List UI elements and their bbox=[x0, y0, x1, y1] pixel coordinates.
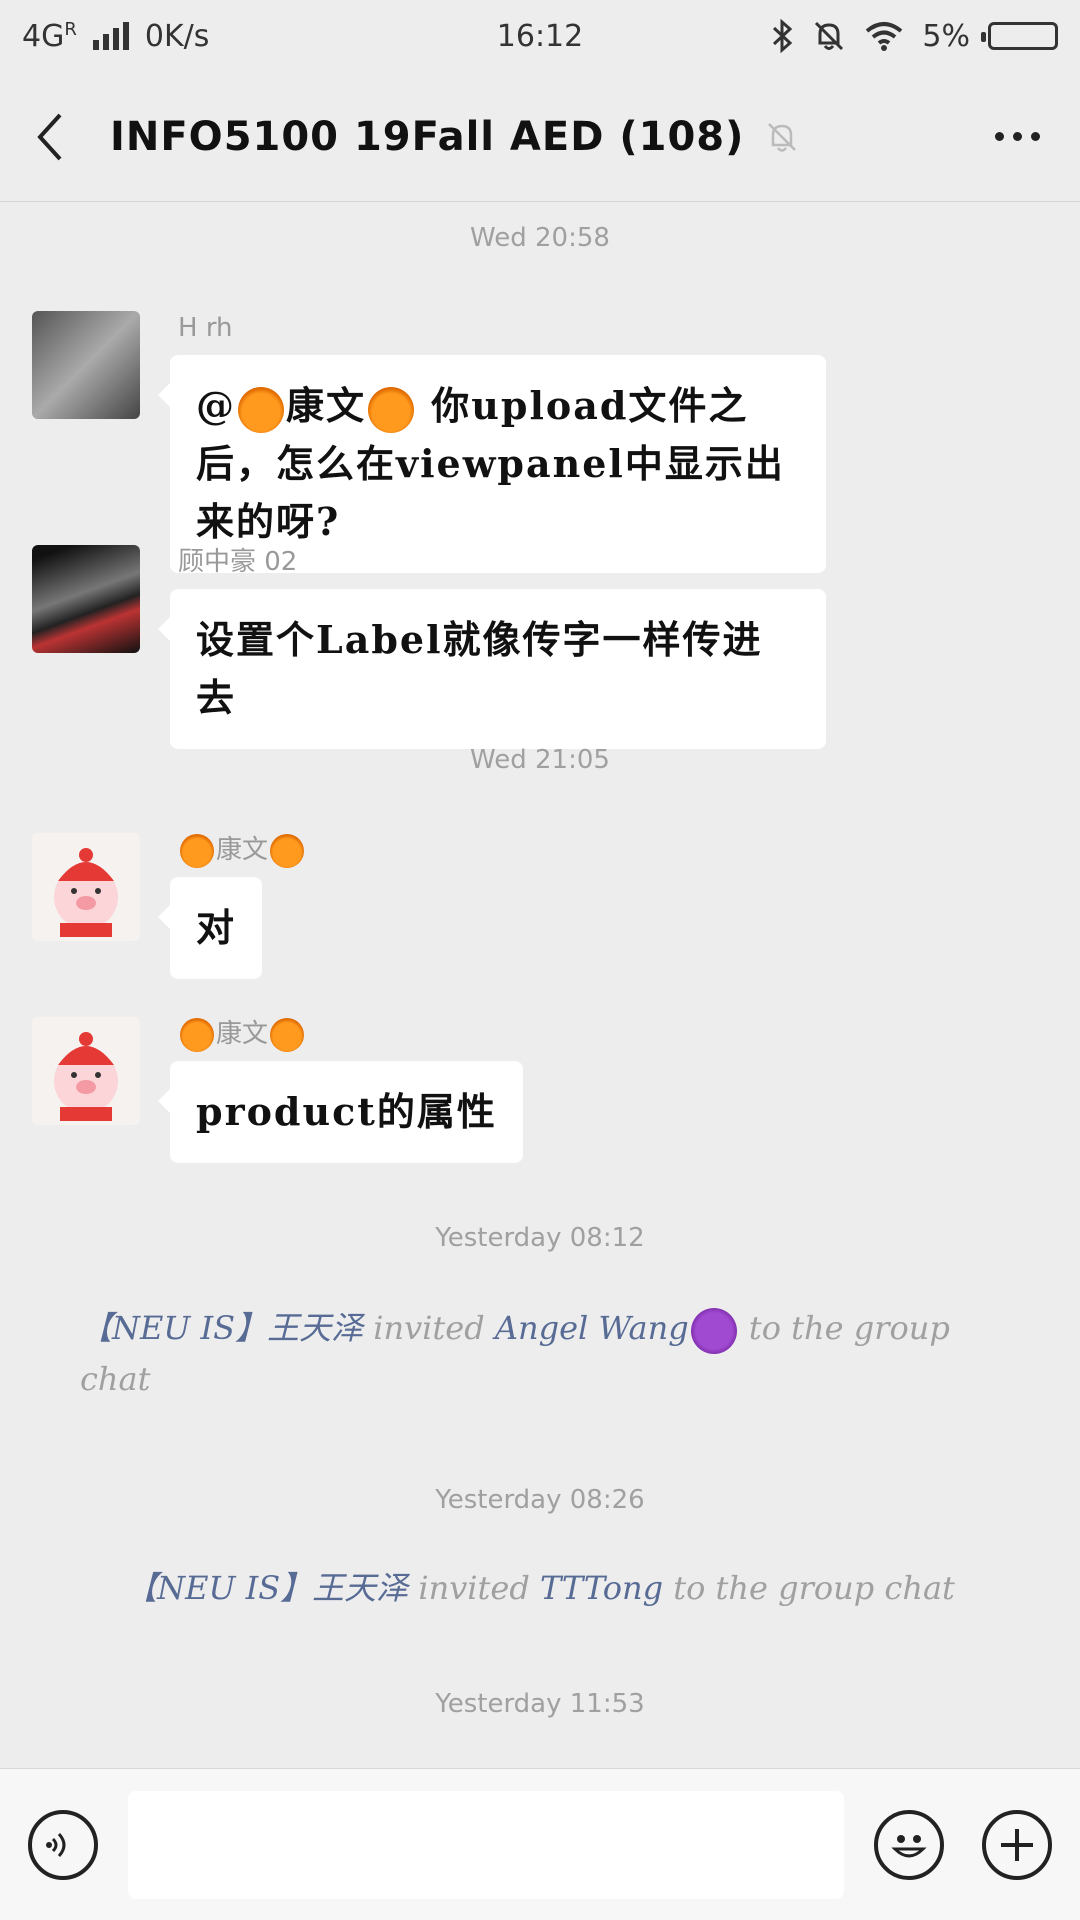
timestamp: Yesterday 08:12 bbox=[435, 1223, 645, 1253]
wifi-icon bbox=[866, 22, 903, 51]
network-speed: 0K/s bbox=[144, 18, 210, 54]
message-bubble[interactable]: 对 bbox=[157, 877, 263, 979]
back-arrow-icon[interactable] bbox=[30, 107, 70, 167]
more-icon[interactable] bbox=[985, 122, 1050, 151]
devil-emoji-icon bbox=[690, 1307, 737, 1354]
timestamp: Yesterday 11:53 bbox=[435, 1689, 645, 1719]
system-target[interactable]: TTTong bbox=[540, 1569, 663, 1607]
battery-percent: 5% bbox=[922, 18, 970, 54]
system-target[interactable]: Angel Wang bbox=[495, 1309, 689, 1347]
system-suffix: to the group chat bbox=[663, 1569, 955, 1607]
mention-name: 康文 bbox=[286, 383, 367, 428]
pig-avatar-icon bbox=[54, 1032, 118, 1121]
status-bar: 4GR 0K/s 16:12 5% bbox=[0, 0, 1080, 72]
pumpkin-emoji-icon bbox=[238, 386, 284, 433]
pumpkin-emoji-icon bbox=[180, 833, 214, 868]
input-bar bbox=[0, 1768, 1080, 1920]
avatar[interactable] bbox=[32, 833, 140, 941]
message-input[interactable] bbox=[128, 1790, 844, 1899]
message-bubble[interactable]: 设置个Label就像传字一样传进去 bbox=[158, 589, 826, 749]
system-message: 【NEU IS】王天泽 invited Angel Wang to the gr… bbox=[80, 1303, 1000, 1404]
message-row: 康文 对 bbox=[32, 833, 306, 979]
system-message: 【NEU IS】王天泽 invited TTTong to the group … bbox=[80, 1563, 1000, 1613]
pumpkin-emoji-icon bbox=[180, 1017, 214, 1052]
avatar[interactable] bbox=[32, 545, 140, 653]
network-type: 4GR bbox=[22, 18, 77, 54]
message-text: product的属性 bbox=[196, 1089, 497, 1134]
message-row: H rh @ 康文 你upload文件之后，怎么在viewpanel中显示出来的呀… bbox=[32, 311, 826, 573]
system-actor[interactable]: 【NEU IS】王天泽 bbox=[125, 1569, 408, 1607]
message-text: 对 bbox=[196, 905, 237, 950]
chat-header: INFO5100 19Fall AED (108) bbox=[0, 72, 1080, 202]
signal-icon bbox=[92, 22, 129, 50]
avatar[interactable] bbox=[32, 1017, 140, 1125]
sender-name: 康文 bbox=[178, 833, 306, 868]
timestamp: Yesterday 08:26 bbox=[435, 1485, 645, 1515]
bluetooth-icon bbox=[773, 19, 793, 53]
pumpkin-emoji-icon bbox=[270, 833, 305, 868]
system-verb: invited bbox=[408, 1569, 540, 1607]
sender-name: 顾中豪 02 bbox=[178, 547, 298, 577]
battery-icon bbox=[981, 22, 1058, 50]
message-text: 设置个Label就像传字一样传进去 bbox=[196, 617, 763, 720]
message-bubble[interactable]: product的属性 bbox=[158, 1061, 523, 1163]
message-row: 康文 product的属性 bbox=[32, 1017, 523, 1163]
chat-title: INFO5100 19Fall AED (108) bbox=[110, 113, 745, 160]
message-text: 你upload文件之后，怎么在viewpanel中显示出来的呀? bbox=[196, 383, 785, 544]
mention-prefix: @ bbox=[196, 383, 236, 428]
bell-off-icon bbox=[768, 122, 797, 152]
plus-icon[interactable] bbox=[982, 1809, 1052, 1880]
system-verb: invited bbox=[363, 1309, 495, 1347]
avatar[interactable] bbox=[32, 311, 140, 419]
timestamp: Wed 21:05 bbox=[470, 745, 610, 775]
sender-name: H rh bbox=[178, 313, 233, 343]
pumpkin-emoji-icon bbox=[368, 386, 415, 433]
system-actor[interactable]: 【NEU IS】王天泽 bbox=[80, 1309, 363, 1347]
pig-avatar-icon bbox=[54, 848, 118, 937]
sender-name: 康文 bbox=[178, 1017, 523, 1052]
message-row: 顾中豪 02 设置个Label就像传字一样传进去 bbox=[32, 545, 826, 749]
voice-icon[interactable] bbox=[28, 1809, 98, 1880]
message-bubble[interactable]: @ 康文 你upload文件之后，怎么在viewpanel中显示出来的呀? bbox=[158, 355, 826, 573]
timestamp: Wed 20:58 bbox=[470, 223, 610, 253]
notification-off-icon bbox=[815, 21, 844, 51]
chat-area[interactable]: Wed 20:58 H rh @ 康文 你upload文件之后，怎么在viewpa… bbox=[0, 203, 1080, 1768]
emoji-icon[interactable] bbox=[874, 1809, 944, 1880]
pumpkin-emoji-icon bbox=[270, 1017, 305, 1052]
